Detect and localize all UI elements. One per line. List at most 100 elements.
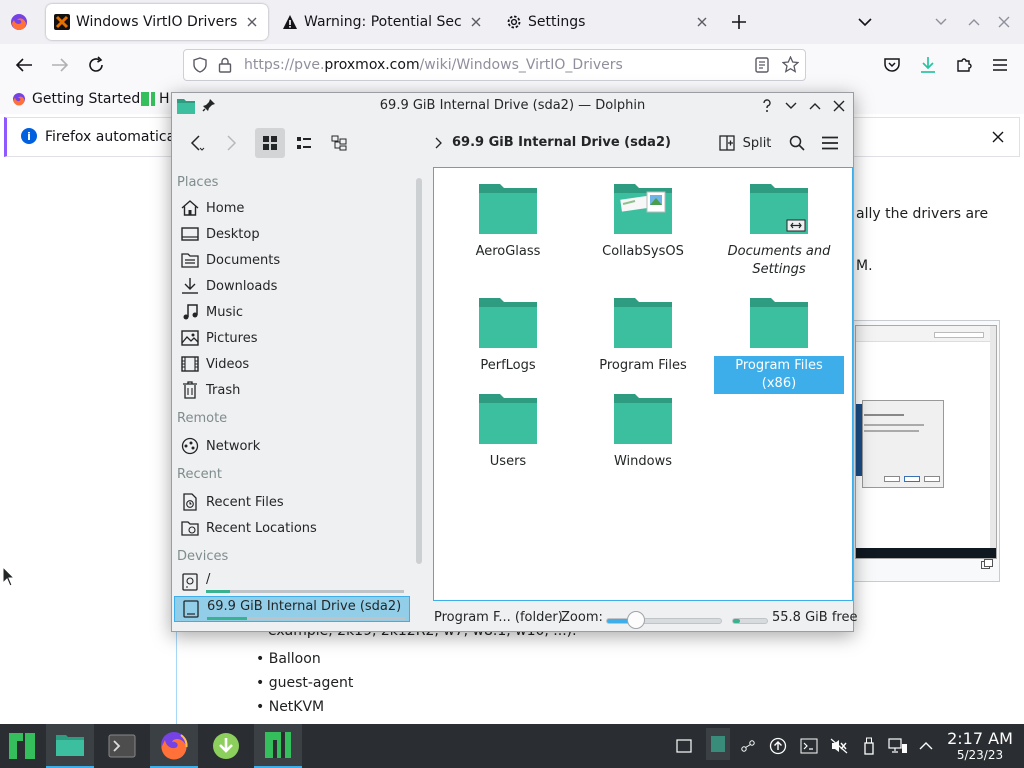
close-icon[interactable] [694, 14, 710, 30]
place-trash[interactable]: Trash [174, 378, 410, 402]
folder-item[interactable]: Windows [578, 392, 708, 472]
lock-icon[interactable] [218, 57, 232, 77]
close-icon[interactable] [830, 97, 848, 115]
device-root[interactable]: / [174, 570, 410, 596]
place-documents[interactable]: Documents [174, 248, 410, 272]
firefox-nav-bar: https://pve.proxmox.com/wiki/Windows_Vir… [0, 44, 1024, 86]
application-launcher[interactable] [0, 724, 44, 768]
taskbar-downloader[interactable] [202, 724, 250, 768]
place-downloads[interactable]: Downloads [174, 274, 410, 298]
downloads-icon[interactable] [916, 53, 940, 77]
window-title: 69.9 GiB Internal Drive (sda2) — Dolphin [379, 98, 646, 113]
reader-view-icon[interactable] [754, 57, 770, 77]
place-music[interactable]: Music [174, 300, 410, 324]
chevron-up-icon[interactable] [916, 736, 936, 756]
place-label: Pictures [206, 330, 258, 346]
folder-icon [479, 394, 537, 444]
url-bar[interactable]: https://pve.proxmox.com/wiki/Windows_Vir… [183, 49, 806, 81]
taskbar-manjaro-app[interactable] [254, 724, 302, 768]
documents-icon [180, 250, 200, 270]
bookmark-star-icon[interactable] [781, 55, 800, 77]
updates-icon[interactable] [768, 736, 788, 756]
maximize-icon[interactable] [806, 97, 824, 115]
breadcrumb[interactable]: 69.9 GiB Internal Drive (sda2) [434, 135, 671, 150]
place-recent-files[interactable]: Recent Files [174, 490, 410, 514]
chevron-down-icon[interactable] [931, 12, 951, 32]
chevron-up-icon[interactable] [964, 12, 984, 32]
extensions-icon[interactable] [952, 53, 976, 77]
file-view[interactable]: AeroGlass CollabSysOS Documents and Sett… [433, 167, 853, 601]
folder-item[interactable]: CollabSysOS [578, 182, 708, 262]
split-button[interactable]: Split [716, 128, 774, 158]
installer-screenshot [855, 325, 997, 559]
recent-files-icon [180, 492, 200, 512]
place-pictures[interactable]: Pictures [174, 326, 410, 350]
close-icon[interactable] [244, 14, 260, 30]
pocket-icon[interactable] [880, 53, 904, 77]
place-network[interactable]: Network [174, 434, 410, 458]
search-button[interactable] [782, 128, 812, 158]
terminal-icon [108, 734, 136, 758]
new-tab-icon[interactable] [729, 12, 749, 32]
tab-label: Warning: Potential Securit [304, 14, 462, 30]
back-button[interactable] [182, 128, 212, 158]
tab-windows-virtio[interactable]: Windows VirtIO Drivers - P [46, 4, 268, 40]
breadcrumb-current: 69.9 GiB Internal Drive (sda2) [452, 135, 671, 150]
zoom-slider-handle[interactable] [627, 611, 645, 629]
list-tabs-icon[interactable] [855, 12, 875, 32]
network-wired-icon[interactable] [888, 736, 908, 756]
place-label: Recent Files [206, 494, 284, 510]
folder-item-selected[interactable]: Program Files (x86) [714, 296, 844, 394]
taskbar-konsole[interactable] [98, 724, 146, 768]
close-icon[interactable] [468, 14, 484, 30]
grid-icon [263, 136, 277, 150]
volume-muted-icon[interactable] [829, 736, 849, 756]
folder-item[interactable]: AeroGlass [443, 182, 573, 262]
bookmark-h[interactable]: H [141, 91, 170, 107]
firefox-menu-icon[interactable] [8, 11, 30, 33]
folder-icon [750, 298, 808, 348]
menu-icon[interactable] [988, 53, 1012, 77]
place-videos[interactable]: Videos [174, 352, 410, 376]
folder-item[interactable]: PerfLogs [443, 296, 573, 376]
help-icon[interactable] [758, 97, 776, 115]
removable-device-icon[interactable] [859, 736, 879, 756]
forward-icon[interactable] [48, 53, 72, 77]
firefox-icon [12, 92, 26, 106]
article-text: ally the drivers are [856, 206, 989, 222]
hamburger-menu-button[interactable] [815, 128, 845, 158]
close-window-icon[interactable] [994, 12, 1014, 32]
taskbar-dolphin[interactable] [46, 724, 94, 768]
folder-item[interactable]: Users [443, 392, 573, 472]
tab-warning[interactable]: Warning: Potential Securit [274, 4, 492, 40]
pager-icon[interactable] [706, 728, 730, 760]
place-home[interactable]: Home [174, 196, 410, 220]
info-icon: i [21, 128, 37, 144]
zoom-slider[interactable] [606, 611, 722, 629]
music-icon [180, 302, 200, 322]
close-icon[interactable] [989, 128, 1007, 146]
digital-clock[interactable]: 2:17 AM 5/23/23 [940, 730, 1020, 763]
kdeconnect-icon[interactable] [738, 736, 758, 756]
tab-settings[interactable]: Settings [498, 4, 718, 40]
console-icon[interactable] [799, 736, 819, 756]
bookmark-getting-started[interactable]: Getting Started [12, 91, 140, 107]
details-view-button[interactable] [324, 128, 354, 158]
forward-button[interactable] [216, 128, 246, 158]
shield-icon[interactable] [192, 57, 208, 77]
place-desktop[interactable]: Desktop [174, 222, 410, 246]
article-screenshot-thumbnail[interactable] [852, 320, 1000, 582]
places-scrollbar[interactable] [416, 178, 422, 564]
folder-item[interactable]: Program Files [578, 296, 708, 376]
place-recent-locations[interactable]: Recent Locations [174, 516, 410, 540]
icons-view-button[interactable] [255, 128, 285, 158]
taskbar-firefox[interactable] [150, 724, 198, 768]
back-icon[interactable] [12, 53, 36, 77]
show-desktop-icon[interactable] [674, 736, 694, 756]
place-label: Downloads [206, 278, 278, 294]
reload-icon[interactable] [84, 53, 108, 77]
compact-view-button[interactable] [289, 128, 319, 158]
folder-item[interactable]: Documents and Settings [714, 182, 844, 280]
enlarge-icon[interactable] [981, 558, 993, 573]
minimize-icon[interactable] [782, 97, 800, 115]
